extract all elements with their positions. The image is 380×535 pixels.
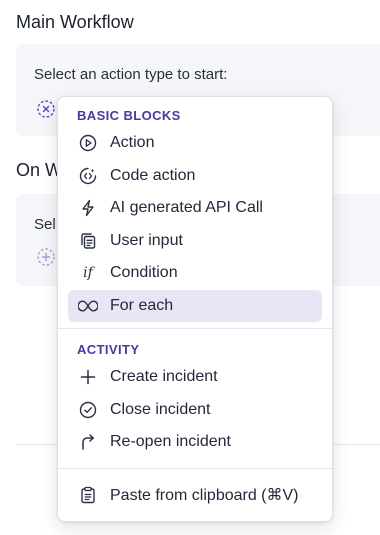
action-type-menu: BASIC BLOCKS Action Code action AI gener… [57,96,333,522]
reopen-arrow-icon [78,432,98,452]
menu-item-condition[interactable]: if Condition [68,257,322,290]
menu-separator [58,328,332,329]
lightning-icon [78,198,98,218]
menu-item-action[interactable]: Action [68,127,322,160]
menu-item-label: Re-open incident [110,433,231,451]
activity-heading: ACTIVITY [77,342,140,357]
menu-item-ai-api-call[interactable]: AI generated API Call [68,192,322,225]
menu-item-user-input[interactable]: User input [68,225,322,258]
menu-item-label: Paste from clipboard (⌘V) [110,486,299,504]
menu-item-for-each[interactable]: For each [68,289,322,322]
menu-item-code-action[interactable]: Code action [68,160,322,193]
clipboard-icon [78,485,98,505]
check-circle-icon [78,400,98,420]
form-copy-icon [78,231,98,251]
menu-item-label: Action [110,134,155,152]
loop-icon [78,296,98,316]
play-circle-icon [78,133,98,153]
menu-item-label: Code action [110,166,196,184]
menu-item-label: AI generated API Call [110,199,263,217]
if-icon: if [83,265,93,282]
basic-blocks-heading: BASIC BLOCKS [77,108,181,123]
menu-item-label: Condition [110,264,178,282]
main-workflow-title: Main Workflow [16,12,134,32]
menu-item-create-incident[interactable]: Create incident [68,361,322,394]
on-section-prompt: Sel [34,216,56,233]
menu-item-paste-clipboard[interactable]: Paste from clipboard (⌘V) [68,479,322,512]
main-workflow-prompt: Select an action type to start: [34,66,228,83]
remove-step-icon[interactable] [37,100,55,118]
menu-item-label: Create incident [110,368,218,386]
code-circle-icon [78,166,98,186]
plus-icon [78,367,98,387]
menu-item-label: For each [110,296,174,314]
menu-item-close-incident[interactable]: Close incident [68,394,322,427]
menu-item-label: User input [110,231,183,249]
menu-separator [58,467,332,469]
menu-item-label: Close incident [110,400,211,418]
menu-item-reopen-incident[interactable]: Re-open incident [68,426,322,459]
add-step-icon[interactable] [37,248,55,266]
on-section-title: On W [16,160,63,180]
